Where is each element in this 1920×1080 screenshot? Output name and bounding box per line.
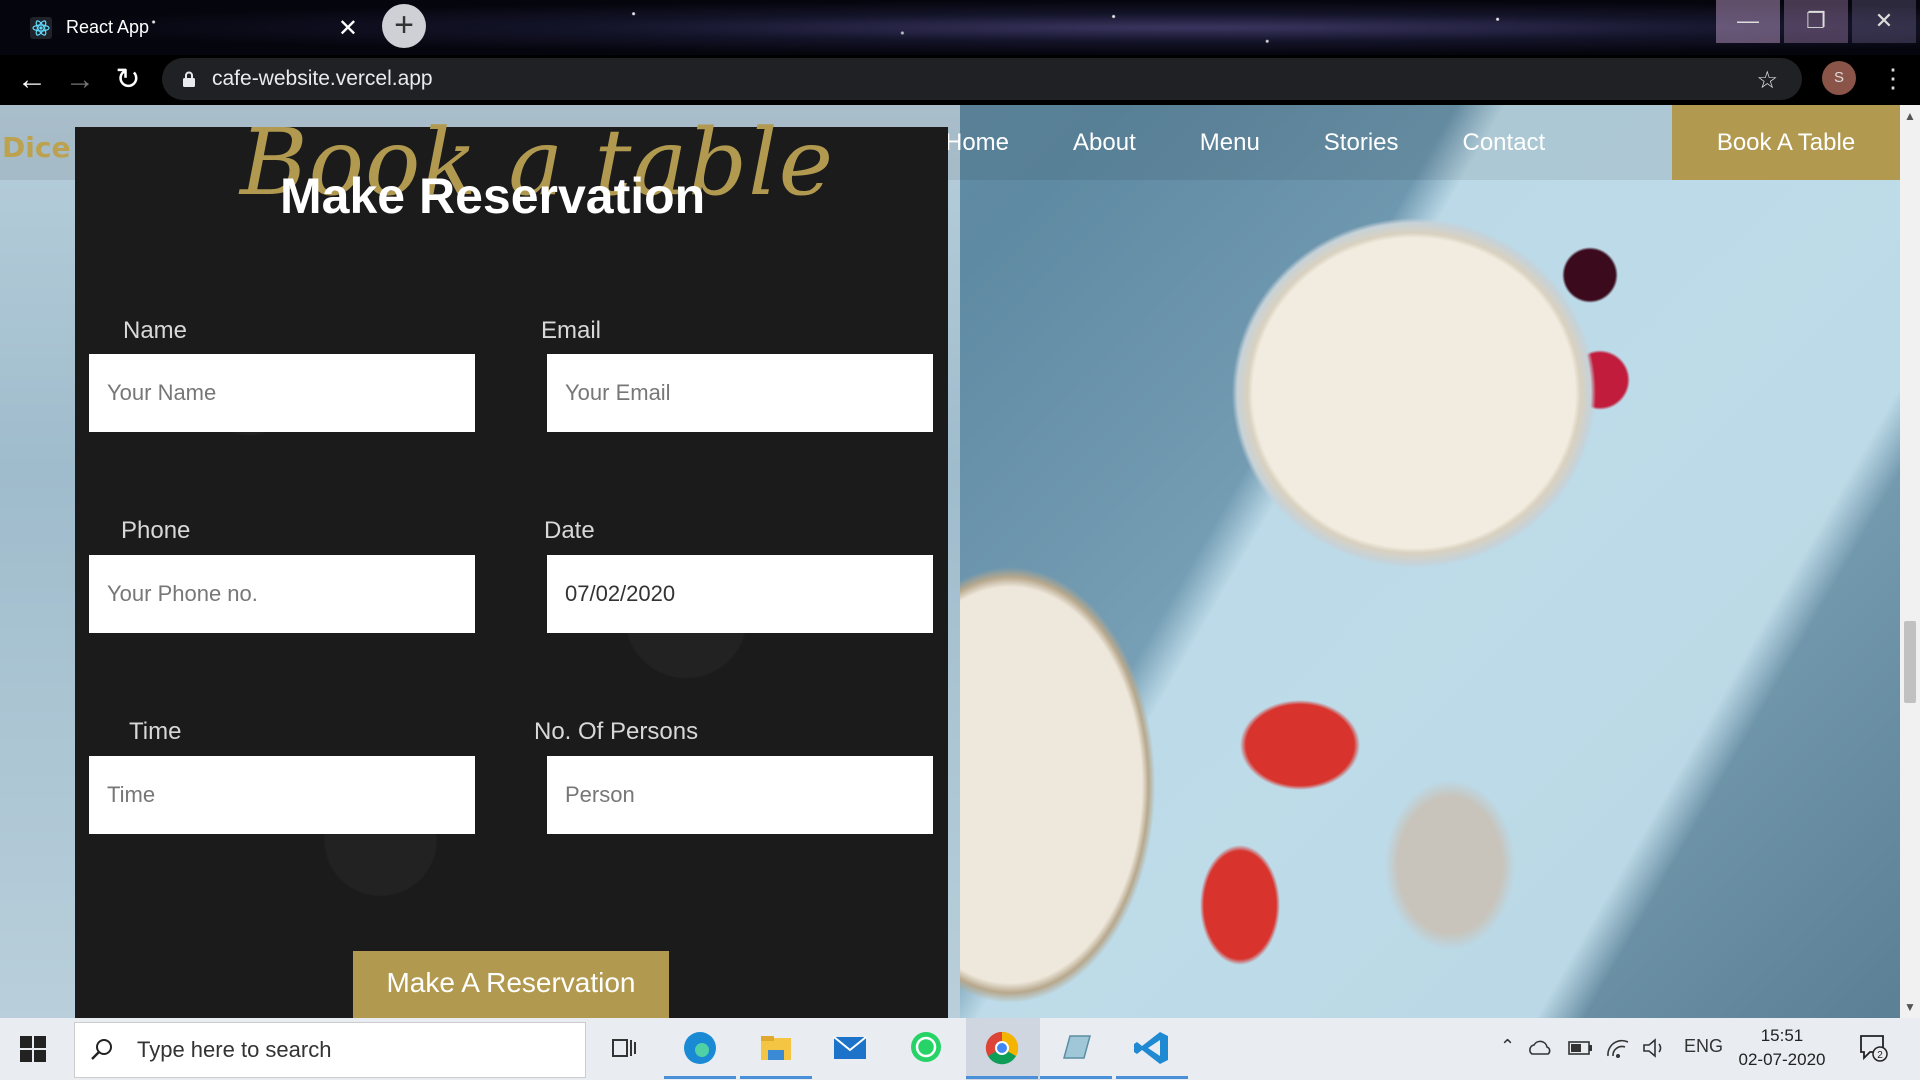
browser-tab[interactable]: React App ✕ (14, 6, 374, 49)
windows-taskbar: Type here to search ⌃ ENG 15:51 02-07-20… (0, 1018, 1920, 1080)
volume-icon[interactable] (1640, 1034, 1668, 1062)
persons-input[interactable]: Person (547, 756, 933, 834)
phone-input[interactable]: Your Phone no. (89, 555, 475, 633)
nav-link-home[interactable]: Home (945, 129, 1009, 157)
date-label: Date (544, 517, 595, 544)
minimize-button[interactable]: — (1716, 0, 1780, 43)
make-reservation-button[interactable]: Make A Reservation (353, 951, 669, 1018)
scroll-up-arrow-icon[interactable]: ▲ (1900, 109, 1920, 123)
nav-link-about[interactable]: About (1073, 129, 1136, 157)
nav-link-contact[interactable]: Contact (1463, 129, 1546, 157)
show-hidden-icons-chevron-icon[interactable]: ⌃ (1500, 1036, 1515, 1057)
explorer-active-indicator (740, 1076, 812, 1079)
book-a-table-button[interactable]: Book A Table (1672, 105, 1900, 180)
persons-label: No. Of Persons (534, 718, 699, 745)
notifications-icon[interactable]: 2 (1858, 1032, 1888, 1062)
tab-close-icon[interactable]: ✕ (338, 14, 358, 43)
edge-browser-icon[interactable] (680, 1028, 720, 1068)
notepad-active-indicator (1040, 1076, 1112, 1079)
vscode-active-indicator (1116, 1076, 1188, 1079)
lock-icon (183, 71, 195, 87)
nav-link-menu[interactable]: Menu (1200, 129, 1260, 157)
profile-avatar[interactable]: S (1822, 61, 1856, 95)
react-icon (30, 16, 52, 39)
taskbar-clock[interactable]: 15:51 02-07-2020 (1720, 1024, 1844, 1072)
reload-icon[interactable]: ↻ (112, 65, 144, 97)
chrome-icon[interactable] (982, 1028, 1022, 1068)
onedrive-icon[interactable] (1526, 1034, 1554, 1062)
language-indicator[interactable]: ENG (1684, 1036, 1723, 1057)
windows-start-icon[interactable] (20, 1036, 46, 1062)
nav-links: Home About Menu Stories Contact (945, 105, 1609, 180)
whatsapp-icon[interactable] (906, 1028, 946, 1068)
task-view-icon[interactable] (604, 1028, 644, 1068)
notification-count: 2 (1877, 1050, 1883, 1061)
file-explorer-icon[interactable] (756, 1028, 796, 1068)
nav-link-stories[interactable]: Stories (1324, 129, 1399, 157)
chrome-active-indicator (966, 1076, 1038, 1079)
battery-icon[interactable] (1566, 1034, 1594, 1062)
clock-time: 15:51 (1760, 1026, 1804, 1045)
address-bar[interactable]: cafe-website.vercel.app ☆ (162, 58, 1802, 100)
url-text[interactable]: cafe-website.vercel.app (212, 67, 433, 91)
new-tab-button[interactable]: + (382, 4, 426, 48)
email-label: Email (541, 317, 602, 344)
edge-active-indicator (664, 1076, 736, 1079)
reservation-title: Make Reservation (280, 168, 706, 224)
page-scrollbar[interactable]: ▲ ▼ (1900, 105, 1920, 1018)
back-arrow-icon[interactable]: ← (16, 65, 48, 97)
notepad-icon[interactable] (1056, 1028, 1096, 1068)
close-window-button[interactable]: ✕ (1852, 0, 1916, 43)
date-input[interactable]: 07/02/2020 (547, 555, 933, 633)
mail-icon[interactable] (830, 1028, 870, 1068)
name-input[interactable]: Your Name (89, 354, 475, 432)
phone-label: Phone (121, 517, 191, 544)
search-icon (91, 1039, 112, 1060)
tab-title: React App (66, 17, 150, 37)
browser-titlebar: React App ✕ + — ❐ ✕ (0, 0, 1920, 55)
wifi-icon[interactable] (1604, 1034, 1632, 1062)
search-placeholder: Type here to search (137, 1037, 332, 1062)
reservation-panel: Book a table Make Reservation Name Your … (75, 109, 948, 1018)
email-input[interactable]: Your Email (547, 354, 933, 432)
forward-arrow-icon[interactable]: → (64, 65, 96, 97)
more-menu-icon[interactable]: ⋮ (1880, 63, 1906, 93)
scroll-down-arrow-icon[interactable]: ▼ (1900, 1000, 1920, 1014)
scroll-thumb[interactable] (1904, 621, 1916, 703)
clock-date: 02-07-2020 (1738, 1050, 1826, 1069)
name-label: Name (123, 317, 188, 344)
time-input[interactable]: Time (89, 756, 475, 834)
browser-toolbar: ← → ↻ cafe-website.vercel.app ☆ S ⋮ (0, 55, 1920, 105)
time-label: Time (129, 718, 182, 745)
taskbar-search-box[interactable]: Type here to search (74, 1022, 586, 1078)
bookmark-star-icon[interactable]: ☆ (1756, 66, 1778, 95)
page-viewport: Dice 'n' Dine Home About Menu Stories Co… (0, 105, 1900, 1018)
vscode-icon[interactable] (1132, 1028, 1172, 1068)
maximize-button[interactable]: ❐ (1784, 0, 1848, 43)
